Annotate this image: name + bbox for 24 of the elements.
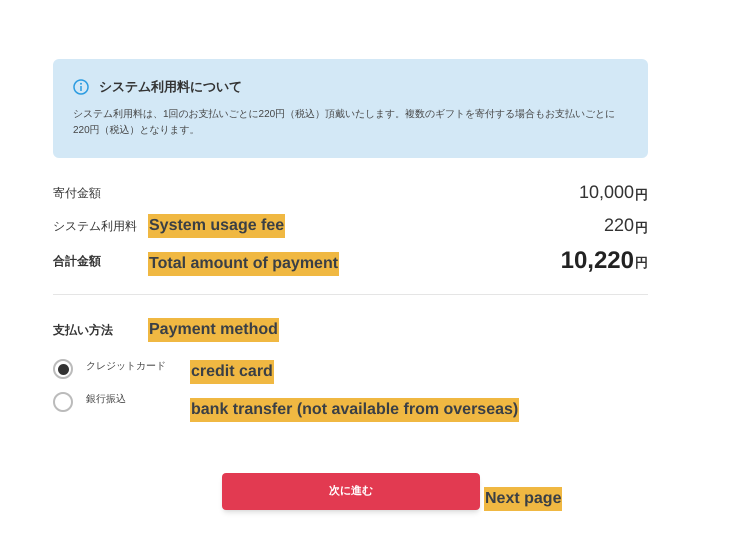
currency-unit: 円	[635, 218, 648, 237]
translation-label: System usage fee	[148, 214, 286, 238]
currency-unit: 円	[635, 254, 648, 272]
info-text: システム利用料は、1回のお支払いごとに220円（税込）頂戴いたします。複数のギフトを寄付する場合もお支払いごとに220円（税込）となります。	[73, 108, 616, 138]
radio-button[interactable]	[53, 359, 73, 379]
amount-value: 10,220	[560, 246, 634, 276]
option-label: クレジットカード	[86, 360, 167, 374]
radio-button[interactable]	[53, 392, 73, 412]
info-icon	[73, 78, 89, 95]
translation-label: bank transfer (not available from overseas)	[190, 398, 520, 422]
amount-value: 10,000	[578, 181, 634, 204]
section-label: 支払い方法	[53, 322, 114, 339]
info-title: システム利用料について	[99, 78, 242, 96]
amount-value: 220	[604, 214, 634, 237]
next-button[interactable]: 次に進む	[222, 473, 480, 510]
translation-label: Total amount of payment	[148, 252, 340, 276]
option-label: 銀行振込	[86, 392, 127, 407]
currency-unit: 円	[635, 186, 648, 204]
summary-label: 寄付金額	[53, 184, 102, 202]
summary-label: システム利用料	[53, 218, 138, 234]
translation-label: credit card	[190, 360, 274, 384]
summary-label: 合計金額	[53, 253, 102, 270]
translation-label: Payment method	[148, 318, 279, 342]
translation-label: Next page	[484, 487, 562, 511]
